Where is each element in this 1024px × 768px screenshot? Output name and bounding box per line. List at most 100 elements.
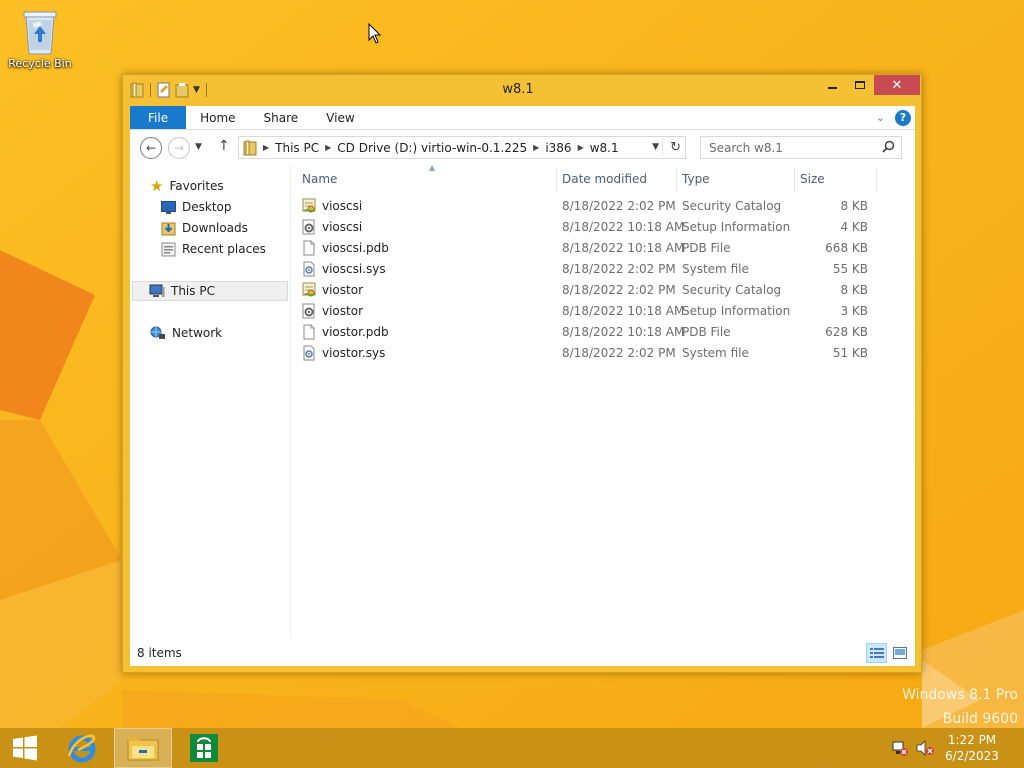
recent-places-icon (161, 242, 176, 256)
nav-downloads[interactable]: Downloads (161, 218, 248, 238)
recycle-bin-icon (23, 11, 57, 55)
minimize-button[interactable] (818, 75, 846, 95)
file-name: vioscsi.sys (322, 262, 386, 276)
nav-network[interactable]: Network (150, 323, 222, 343)
large-icons-view-icon (892, 647, 907, 659)
nav-desktop[interactable]: Desktop (161, 197, 232, 217)
details-view-button[interactable] (866, 643, 887, 663)
notification-area: 1:22 PM 6/2/2023 (884, 728, 1024, 768)
file-row[interactable]: vioscsi 8/18/2022 2:02 PM Security Catalog… (298, 196, 898, 217)
expand-ribbon-icon[interactable]: ⌄ (876, 111, 885, 124)
start-button[interactable] (0, 728, 50, 768)
file-date-modified: 8/18/2022 10:18 AM (562, 304, 685, 318)
nav-recent-places[interactable]: Recent places (161, 239, 266, 259)
column-header-date[interactable]: Date modified (558, 164, 676, 194)
column-header-type[interactable]: Type (678, 164, 794, 194)
file-size: 8 KB (840, 199, 868, 213)
file-row[interactable]: vioscsi 8/18/2022 10:18 AM Setup Informati… (298, 217, 898, 238)
file-row[interactable]: viostor.pdb 8/18/2022 10:18 AM PDB File 628… (298, 322, 898, 343)
breadcrumb-i386[interactable]: i386 (545, 141, 571, 155)
arrow-left-icon: ← (145, 141, 157, 155)
security-catalog-icon (301, 198, 317, 217)
internet-explorer-button[interactable] (58, 728, 106, 768)
clock-time: 1:22 PM (947, 733, 997, 747)
clock-date: 6/2/2023 (945, 749, 999, 763)
file-explorer-taskbar-button[interactable] (114, 728, 172, 768)
breadcrumb-chevron-icon[interactable]: ▶ (325, 143, 331, 152)
nav-this-pc[interactable]: This PC (132, 281, 288, 301)
navigation-bar: ← → ▼ ↑ ▶ This PC ▶ CD Drive (D:) virtio… (130, 130, 915, 164)
window-title: w8.1 (502, 82, 534, 97)
nav-downloads-label: Downloads (182, 221, 248, 235)
nav-desktop-label: Desktop (182, 200, 232, 214)
tab-share[interactable]: Share (250, 106, 313, 129)
nav-recent-places-label: Recent places (182, 242, 266, 256)
file-size: 3 KB (840, 304, 868, 318)
clock[interactable]: 1:22 PM 6/2/2023 (942, 732, 1002, 764)
nav-network-label: Network (172, 326, 223, 340)
explorer-content: ★ Favorites Desktop Downloads Recent pla… (130, 163, 915, 666)
file-name: vioscsi (322, 220, 363, 234)
breadcrumb-chevron-icon[interactable]: ▶ (578, 143, 584, 152)
recycle-bin-shortcut[interactable]: Recycle Bin (6, 6, 74, 70)
file-name: viostor.sys (322, 346, 386, 360)
file-row[interactable]: viostor.sys 8/18/2022 2:02 PM System file 5… (298, 343, 898, 364)
search-placeholder: Search w8.1 (709, 140, 783, 155)
forward-button[interactable]: → (168, 137, 190, 159)
search-box[interactable]: Search w8.1 (700, 136, 902, 159)
navigation-pane: ★ Favorites Desktop Downloads Recent pla… (130, 164, 290, 639)
tab-file[interactable]: File (130, 106, 187, 129)
column-header-size[interactable]: Size (796, 164, 876, 194)
store-button[interactable] (180, 728, 228, 768)
file-type: System file (682, 346, 749, 360)
taskbar: 1:22 PM 6/2/2023 (0, 728, 1024, 768)
up-arrow-icon[interactable]: ↑ (218, 138, 230, 154)
breadcrumb-this-pc[interactable]: This PC (275, 141, 319, 155)
recent-locations-icon[interactable]: ▼ (195, 142, 202, 152)
file-row[interactable]: viostor 8/18/2022 10:18 AM Setup Informati… (298, 301, 898, 322)
file-date-modified: 8/18/2022 2:02 PM (562, 346, 676, 360)
file-type: Security Catalog (682, 283, 782, 297)
breadcrumb-w81[interactable]: w8.1 (590, 141, 619, 155)
recycle-bin-label: Recycle Bin (8, 57, 72, 70)
breadcrumb-chevron-icon[interactable]: ▶ (533, 143, 539, 152)
watermark-edition: Windows 8.1 Pro (902, 687, 1018, 703)
file-size: 51 KB (832, 346, 868, 360)
file-type: Security Catalog (682, 199, 782, 213)
file-row[interactable]: vioscsi.pdb 8/18/2022 10:18 AM PDB File 668… (298, 238, 898, 259)
large-icons-view-button[interactable] (889, 643, 910, 663)
details-view-icon (869, 648, 884, 658)
tab-view[interactable]: View (312, 106, 368, 129)
refresh-icon[interactable]: ↻ (670, 140, 681, 155)
title-bar[interactable]: ▼ w8.1 ✕ (123, 75, 921, 105)
network-icon (150, 326, 165, 339)
file-type: PDB File (682, 241, 731, 255)
address-dropdown-icon[interactable]: ▼ (652, 142, 659, 152)
network-disconnected-icon[interactable] (892, 740, 908, 756)
file-date-modified: 8/18/2022 10:18 AM (562, 241, 685, 255)
back-button[interactable]: ← (140, 137, 162, 159)
tab-home[interactable]: Home (186, 106, 249, 129)
speaker-muted-icon[interactable] (916, 740, 934, 756)
file-list: ▲ Name Date modified Type Size vioscsi 8/… (298, 163, 915, 639)
file-type: Setup Information (682, 220, 791, 234)
breadcrumb-cd-drive[interactable]: CD Drive (D:) virtio-win-0.1.225 (337, 141, 527, 155)
address-bar[interactable]: ▶ This PC ▶ CD Drive (D:) virtio-win-0.1… (238, 136, 686, 159)
maximize-button[interactable] (846, 75, 874, 95)
setup-information-icon (301, 303, 317, 322)
file-size: 668 KB (825, 241, 868, 255)
file-row[interactable]: vioscsi.sys 8/18/2022 2:02 PM System file 5… (298, 259, 898, 280)
windows-watermark: Windows 8.1 Pro Build 9600 (902, 683, 1018, 731)
file-row[interactable]: viostor 8/18/2022 2:02 PM Security Catalog… (298, 280, 898, 301)
system-file-icon (301, 345, 317, 364)
column-header-name[interactable]: Name (298, 164, 556, 194)
internet-explorer-icon (67, 734, 96, 763)
close-button[interactable]: ✕ (874, 75, 920, 95)
file-name: vioscsi (322, 199, 363, 213)
file-type: System file (682, 262, 749, 276)
help-icon[interactable]: ? (895, 109, 911, 126)
search-icon (882, 140, 895, 153)
breadcrumb-chevron-icon[interactable]: ▶ (263, 143, 269, 152)
nav-favorites[interactable]: ★ Favorites (150, 176, 224, 196)
file-date-modified: 8/18/2022 10:18 AM (562, 325, 685, 339)
